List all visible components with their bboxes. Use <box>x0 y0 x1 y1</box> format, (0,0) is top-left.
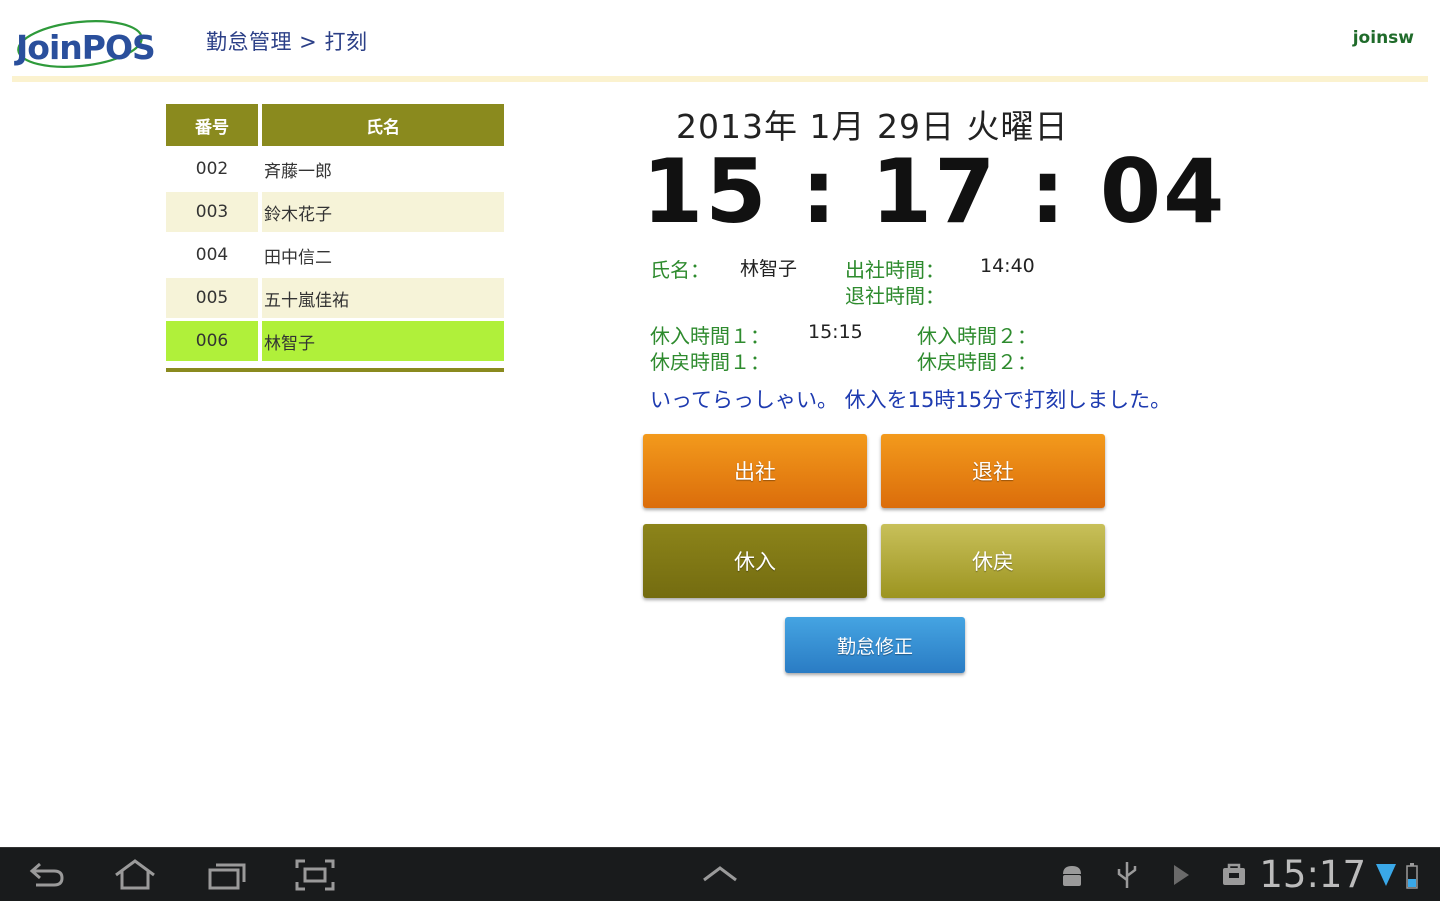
system-clock: 15:17 <box>1259 853 1366 896</box>
play-icon <box>1174 865 1189 885</box>
clock-in-button[interactable]: 出社 <box>643 434 867 508</box>
employee-name: 林智子 <box>258 318 504 361</box>
chevron-up-icon[interactable] <box>700 862 740 886</box>
employee-name: 五十嵐佳祐 <box>258 275 504 320</box>
break-out-1-label: 休戻時間１： <box>650 350 770 374</box>
clock-in-label: 出社時間： <box>845 258 945 282</box>
wifi-icon <box>1376 864 1396 886</box>
break-in-1-value: 15:15 <box>808 321 863 343</box>
employee-id: 002 <box>166 146 260 191</box>
attendance-fix-button[interactable]: 勤怠修正 <box>785 617 965 673</box>
table-row-selected[interactable]: 006 林智子 <box>166 318 504 361</box>
battery-icon <box>1406 863 1418 889</box>
employee-id: 003 <box>166 189 260 234</box>
table-header-row: 番号 氏名 <box>166 104 504 148</box>
shopping-bag-icon <box>1223 863 1245 885</box>
current-time: 15 : 17 : 04 <box>642 140 1227 243</box>
employee-name: 田中信二 <box>258 232 504 277</box>
column-header-name: 氏名 <box>258 104 504 148</box>
screenshot-icon[interactable] <box>294 858 336 892</box>
break-in-1-label: 休入時間１： <box>650 324 770 348</box>
clock-out-label: 退社時間： <box>845 284 945 308</box>
column-header-number: 番号 <box>166 104 260 148</box>
back-icon[interactable] <box>28 858 68 892</box>
employee-name: 鈴木花子 <box>258 189 504 234</box>
system-navigation-bar: 15:17 <box>0 847 1440 901</box>
break-in-button[interactable]: 休入 <box>643 524 867 598</box>
table-bottom-border <box>166 368 504 372</box>
breadcrumb: 勤怠管理 > 打刻 <box>206 30 368 54</box>
usb-icon <box>1117 862 1137 888</box>
table-row[interactable]: 003 鈴木花子 <box>166 189 504 234</box>
logo-text: JoinPOS <box>16 28 156 67</box>
recent-apps-icon[interactable] <box>206 858 248 892</box>
break-in-2-label: 休入時間２： <box>917 324 1037 348</box>
name-label: 氏名： <box>650 258 710 282</box>
break-out-2-label: 休戻時間２： <box>917 350 1037 374</box>
employee-id: 004 <box>166 232 260 277</box>
employee-table: 番号 氏名 002 斉藤一郎 003 鈴木花子 004 田中信二 005 五十嵐… <box>166 104 504 361</box>
employee-id: 005 <box>166 275 260 320</box>
break-return-button[interactable]: 休戻 <box>881 524 1105 598</box>
clock-out-button[interactable]: 退社 <box>881 434 1105 508</box>
home-icon[interactable] <box>112 858 158 892</box>
user-name: joinsw <box>1352 28 1414 48</box>
name-value: 林智子 <box>740 258 798 280</box>
employee-id: 006 <box>166 318 260 361</box>
table-row[interactable]: 005 五十嵐佳祐 <box>166 275 504 320</box>
table-row[interactable]: 002 斉藤一郎 <box>166 146 504 191</box>
joinpos-logo: JoinPOS <box>14 14 156 70</box>
table-row[interactable]: 004 田中信二 <box>166 232 504 277</box>
header-divider <box>12 76 1428 82</box>
clock-in-value: 14:40 <box>980 255 1035 277</box>
status-message: いってらっしゃい。 休入を15時15分で打刻しました。 <box>650 388 1172 412</box>
employee-name: 斉藤一郎 <box>258 146 504 191</box>
android-icon <box>1063 866 1081 886</box>
